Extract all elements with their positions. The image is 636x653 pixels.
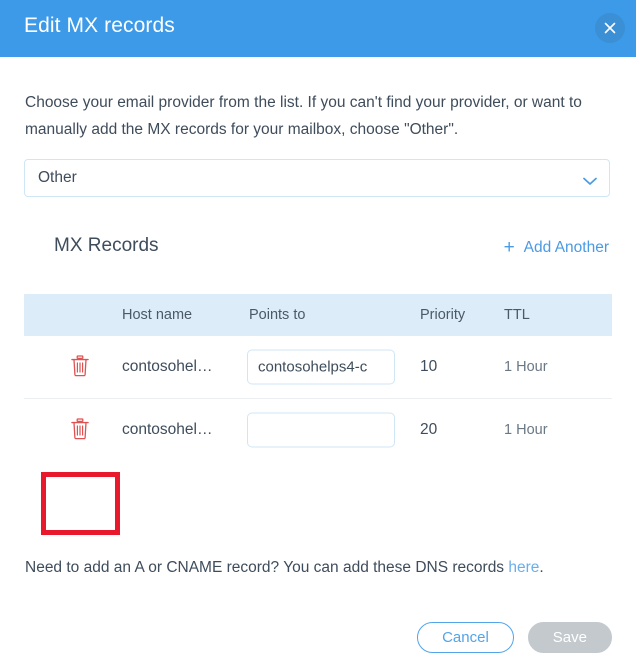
cancel-button[interactable]: Cancel bbox=[417, 622, 514, 653]
table-header-row: Host name Points to Priority TTL bbox=[24, 294, 612, 336]
cell-priority: 10 bbox=[420, 358, 438, 375]
table-row: contosohel… 10 1 Hour bbox=[24, 336, 612, 399]
dns-records-link[interactable]: here bbox=[508, 559, 539, 576]
column-header-host-name: Host name bbox=[122, 307, 193, 323]
add-another-label: Add Another bbox=[523, 238, 609, 256]
dns-note-text-before: Need to add an A or CNAME record? You ca… bbox=[25, 559, 509, 576]
records-section-title: MX Records bbox=[54, 235, 159, 256]
annotation-highlight-box bbox=[41, 472, 120, 535]
chevron-down-icon bbox=[583, 173, 597, 191]
provider-select-value: Other bbox=[38, 169, 77, 186]
dns-note: Need to add an A or CNAME record? You ca… bbox=[25, 559, 544, 577]
delete-record-button[interactable] bbox=[70, 355, 92, 379]
mx-records-table: Host name Points to Priority TTL contoso… bbox=[24, 294, 612, 461]
close-icon bbox=[604, 22, 616, 34]
cell-priority: 20 bbox=[420, 421, 438, 438]
close-button[interactable] bbox=[595, 13, 625, 43]
column-header-ttl: TTL bbox=[504, 307, 530, 323]
plus-icon: + bbox=[503, 237, 515, 258]
page-title: Edit MX records bbox=[24, 14, 175, 37]
provider-select[interactable]: Other bbox=[24, 159, 610, 197]
points-to-input[interactable] bbox=[247, 412, 395, 448]
trash-icon bbox=[70, 418, 90, 444]
table-row: contosohel… 20 1 Hour bbox=[24, 399, 612, 461]
dns-note-text-after: . bbox=[539, 559, 544, 576]
dialog-header: Edit MX records bbox=[0, 0, 636, 57]
column-header-priority: Priority bbox=[420, 307, 466, 323]
records-section-header: MX Records + Add Another bbox=[0, 235, 636, 265]
points-to-input[interactable] bbox=[247, 349, 395, 385]
footer-buttons: Cancel Save bbox=[417, 622, 612, 653]
column-header-points-to: Points to bbox=[249, 307, 306, 323]
cell-host-name: contosohel… bbox=[122, 421, 213, 438]
cell-host-name: contosohel… bbox=[122, 358, 213, 375]
trash-icon bbox=[70, 355, 90, 381]
add-another-button[interactable]: + Add Another bbox=[504, 238, 609, 257]
intro-description: Choose your email provider from the list… bbox=[25, 94, 582, 138]
cell-ttl: 1 Hour bbox=[504, 422, 548, 438]
save-button[interactable]: Save bbox=[527, 622, 612, 653]
delete-record-button[interactable] bbox=[70, 418, 92, 442]
cell-ttl: 1 Hour bbox=[504, 359, 548, 375]
